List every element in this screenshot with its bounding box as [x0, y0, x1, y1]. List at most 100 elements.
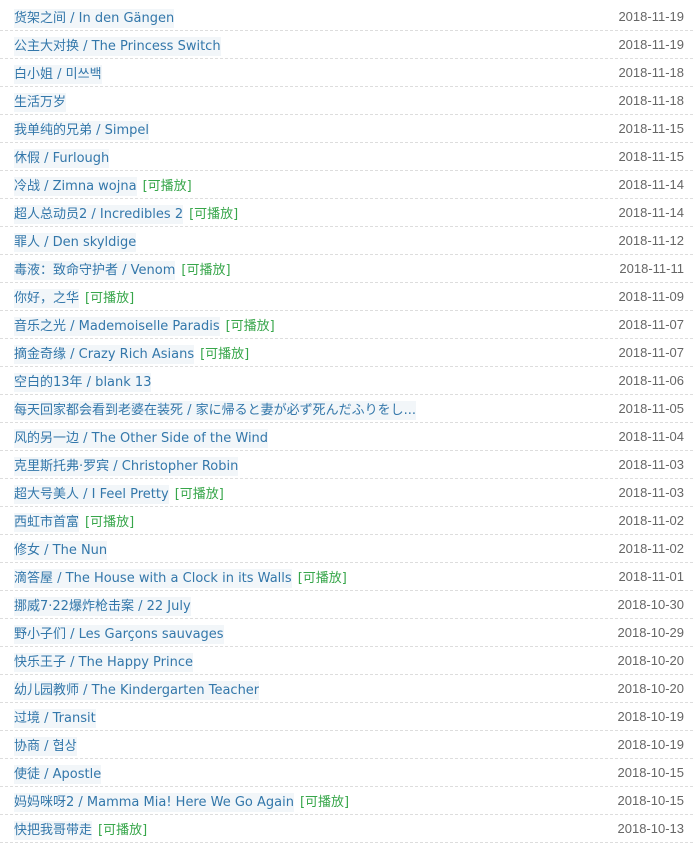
list-item: 超大号美人 / I Feel Pretty [可播放] 2018-11-03: [0, 479, 693, 507]
list-item: 协商 / 협상 2018-10-19: [0, 731, 693, 759]
playable-tag[interactable]: [可播放]: [98, 823, 147, 838]
release-date: 2018-11-04: [618, 429, 684, 444]
movie-title-link[interactable]: 快把我哥带走: [14, 821, 93, 840]
playable-tag[interactable]: [可播放]: [175, 487, 224, 502]
movie-title-link[interactable]: 幼儿园教师 / The Kindergarten Teacher: [14, 681, 260, 700]
playable-tag[interactable]: [可播放]: [143, 179, 192, 194]
list-item: 滴答屋 / The House with a Clock in its Wall…: [0, 563, 693, 591]
movie-title-link[interactable]: 过境 / Transit: [14, 709, 96, 728]
list-item: 白小姐 / 미쓰백 2018-11-18: [0, 59, 693, 87]
list-item: 休假 / Furlough 2018-11-15: [0, 143, 693, 171]
list-item: 毒液：致命守护者 / Venom [可播放] 2018-11-11: [0, 255, 693, 283]
release-date: 2018-11-12: [618, 233, 684, 248]
movie-title-link[interactable]: 超人总动员2 / Incredibles 2: [14, 205, 184, 224]
movie-title-link[interactable]: 冷战 / Zimna wojna: [14, 177, 137, 196]
list-item: 风的另一边 / The Other Side of the Wind 2018-…: [0, 423, 693, 451]
movie-title-link[interactable]: 毒液：致命守护者 / Venom: [14, 261, 176, 280]
movie-title-link[interactable]: 生活万岁: [14, 93, 67, 112]
release-date: 2018-11-15: [618, 149, 684, 164]
playable-tag[interactable]: [可播放]: [298, 571, 347, 586]
playable-tag[interactable]: [可播放]: [85, 515, 134, 530]
title-cell: 使徒 / Apostle: [14, 759, 102, 786]
movie-title-link[interactable]: 协商 / 협상: [14, 737, 77, 756]
movie-list: 货架之间 / In den Gängen 2018-11-19 公主大对换 / …: [0, 0, 693, 843]
title-cell: 修女 / The Nun: [14, 535, 108, 562]
movie-title-link[interactable]: 挪威7·22爆炸枪击案 / 22 July: [14, 597, 191, 616]
release-date: 2018-10-15: [617, 765, 685, 780]
title-cell: 超大号美人 / I Feel Pretty [可播放]: [14, 479, 224, 506]
title-cell: 每天回家都会看到老婆在装死 / 家に帰ると妻が必ず死んだふりをし...: [14, 395, 417, 422]
movie-title-link[interactable]: 西虹市首富: [14, 513, 80, 532]
title-cell: 快乐王子 / The Happy Prince: [14, 647, 193, 674]
list-item: 摘金奇缘 / Crazy Rich Asians [可播放] 2018-11-07: [0, 339, 693, 367]
release-date: 2018-11-09: [618, 289, 684, 304]
release-date: 2018-10-19: [617, 709, 685, 724]
release-date: 2018-11-11: [619, 261, 684, 276]
release-date: 2018-10-30: [617, 597, 685, 612]
release-date: 2018-11-19: [618, 9, 684, 24]
title-cell: 休假 / Furlough: [14, 143, 110, 170]
release-date: 2018-10-20: [617, 653, 685, 668]
list-item: 我单纯的兄弟 / Simpel 2018-11-15: [0, 115, 693, 143]
movie-title-link[interactable]: 货架之间 / In den Gängen: [14, 9, 175, 28]
title-cell: 克里斯托弗·罗宾 / Christopher Robin: [14, 451, 239, 478]
title-cell: 冷战 / Zimna wojna [可播放]: [14, 171, 192, 198]
playable-tag[interactable]: [可播放]: [226, 319, 275, 334]
release-date: 2018-10-29: [617, 625, 685, 640]
title-cell: 摘金奇缘 / Crazy Rich Asians [可播放]: [14, 339, 249, 366]
title-cell: 罪人 / Den skyldige: [14, 227, 137, 254]
movie-title-link[interactable]: 每天回家都会看到老婆在装死 / 家に帰ると妻が必ず死んだふりをし...: [14, 401, 417, 420]
movie-title-link[interactable]: 修女 / The Nun: [14, 541, 108, 560]
movie-title-link[interactable]: 罪人 / Den skyldige: [14, 233, 137, 252]
movie-title-link[interactable]: 公主大对换 / The Princess Switch: [14, 37, 221, 56]
movie-title-link[interactable]: 使徒 / Apostle: [14, 765, 102, 784]
list-item: 生活万岁 2018-11-18: [0, 87, 693, 115]
title-cell: 风的另一边 / The Other Side of the Wind: [14, 423, 269, 450]
list-item: 使徒 / Apostle 2018-10-15: [0, 759, 693, 787]
release-date: 2018-10-19: [617, 737, 685, 752]
title-cell: 毒液：致命守护者 / Venom [可播放]: [14, 255, 231, 282]
movie-title-link[interactable]: 我单纯的兄弟 / Simpel: [14, 121, 150, 140]
movie-title-link[interactable]: 妈妈咪呀2 / Mamma Mia! Here We Go Again: [14, 793, 294, 812]
movie-title-link[interactable]: 克里斯托弗·罗宾 / Christopher Robin: [14, 457, 239, 476]
playable-tag[interactable]: [可播放]: [200, 347, 249, 362]
playable-tag[interactable]: [可播放]: [189, 207, 238, 222]
list-item: 过境 / Transit 2018-10-19: [0, 703, 693, 731]
title-cell: 西虹市首富 [可播放]: [14, 507, 134, 534]
list-item: 空白的13年 / blank 13 2018-11-06: [0, 367, 693, 395]
movie-title-link[interactable]: 野小子们 / Les Garçons sauvages: [14, 625, 224, 644]
list-item: 公主大对换 / The Princess Switch 2018-11-19: [0, 31, 693, 59]
list-item: 每天回家都会看到老婆在装死 / 家に帰ると妻が必ず死んだふりをし... 2018…: [0, 395, 693, 423]
movie-title-link[interactable]: 音乐之光 / Mademoiselle Paradis: [14, 317, 220, 336]
movie-title-link[interactable]: 你好，之华: [14, 289, 80, 308]
movie-title-link[interactable]: 风的另一边 / The Other Side of the Wind: [14, 429, 269, 448]
movie-title-link[interactable]: 超大号美人 / I Feel Pretty: [14, 485, 169, 504]
title-cell: 快把我哥带走 [可播放]: [14, 815, 147, 842]
release-date: 2018-11-02: [618, 541, 684, 556]
playable-tag[interactable]: [可播放]: [181, 263, 230, 278]
movie-title-link[interactable]: 空白的13年 / blank 13: [14, 373, 152, 392]
movie-title-link[interactable]: 滴答屋 / The House with a Clock in its Wall…: [14, 569, 292, 588]
title-cell: 妈妈咪呀2 / Mamma Mia! Here We Go Again [可播放]: [14, 787, 349, 814]
title-cell: 过境 / Transit: [14, 703, 96, 730]
title-cell: 音乐之光 / Mademoiselle Paradis [可播放]: [14, 311, 275, 338]
list-item: 西虹市首富 [可播放] 2018-11-02: [0, 507, 693, 535]
playable-tag[interactable]: [可播放]: [300, 795, 349, 810]
list-item: 货架之间 / In den Gängen 2018-11-19: [0, 3, 693, 31]
release-date: 2018-11-07: [618, 317, 684, 332]
release-date: 2018-10-20: [617, 681, 685, 696]
movie-title-link[interactable]: 白小姐 / 미쓰백: [14, 65, 102, 84]
title-cell: 协商 / 협상: [14, 731, 77, 758]
movie-title-link[interactable]: 快乐王子 / The Happy Prince: [14, 653, 193, 672]
movie-title-link[interactable]: 休假 / Furlough: [14, 149, 110, 168]
title-cell: 幼儿园教师 / The Kindergarten Teacher: [14, 675, 260, 702]
release-date: 2018-11-15: [618, 121, 684, 136]
playable-tag[interactable]: [可播放]: [85, 291, 134, 306]
release-date: 2018-11-14: [618, 177, 684, 192]
release-date: 2018-11-01: [618, 569, 684, 584]
release-date: 2018-11-18: [618, 65, 684, 80]
release-date: 2018-10-15: [617, 793, 685, 808]
list-item: 你好，之华 [可播放] 2018-11-09: [0, 283, 693, 311]
release-date: 2018-11-19: [618, 37, 684, 52]
movie-title-link[interactable]: 摘金奇缘 / Crazy Rich Asians: [14, 345, 195, 364]
